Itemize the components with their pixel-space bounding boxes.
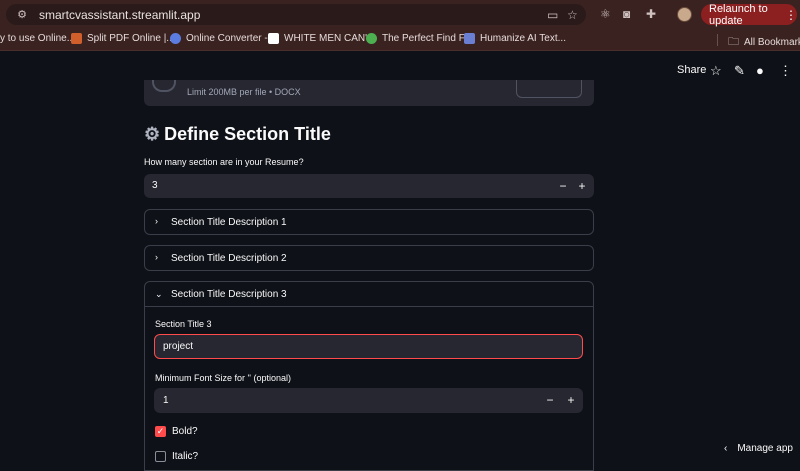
bookmark-label: WHITE MEN CAN'... [284,33,376,44]
expander-title: Section Title Description 1 [171,217,287,228]
bookmark-favicon-icon [464,33,475,44]
bookmark-label: All Bookmarks [744,37,800,48]
bookmark-item[interactable]: Online Converter -... [170,33,276,44]
expander-title: Section Title Description 2 [171,253,287,264]
bookmark-item[interactable]: Split PDF Online |... [71,33,175,44]
bookmark-label: Humanize AI Text... [480,33,566,44]
url-text: smartcvassistant.streamlit.app [39,7,201,22]
expander-section-1[interactable]: › Section Title Description 1 [144,209,594,235]
profile-avatar[interactable] [677,7,692,22]
upload-cloud-icon [152,80,176,92]
bookmark-star-icon[interactable]: ☆ [567,8,578,22]
file-uploader[interactable]: Limit 200MB per file • DOCX [144,80,594,106]
bookmarks-bar: y to use Online... Split PDF Online |...… [0,29,800,51]
browser-toolbar: ⚙ smartcvassistant.streamlit.app ▭ ☆ ⚛ ◙… [0,0,800,29]
bookmark-favicon-icon [71,33,82,44]
bold-checkbox[interactable]: ✓ [155,426,166,437]
chevron-right-icon: › [155,252,158,262]
italic-label: Italic? [172,451,199,462]
font-size-input[interactable]: 1 − + [154,388,583,413]
font-size-label: Minimum Font Size for '' (optional) [155,373,291,383]
section-count-label: How many section are in your Resume? [144,157,304,167]
extension-react-icon[interactable]: ⚛ [600,7,611,21]
decrement-button[interactable]: − [556,179,570,193]
chevron-down-icon: ⌄ [155,289,163,299]
decrement-button[interactable]: − [543,393,557,407]
all-bookmarks-button[interactable]: 🗀 All Bookmarks [728,33,800,52]
bookmark-favicon-icon [268,33,279,44]
github-icon[interactable]: ● [756,63,764,78]
chevron-right-icon: › [155,216,158,226]
increment-button[interactable]: + [575,179,589,193]
page-title-text: Define Section Title [164,124,331,144]
extensions-puzzle-icon[interactable]: ✚ [646,7,656,21]
bookmarks-divider [717,34,718,46]
browse-files-button[interactable] [516,80,582,98]
page-title: ⚙ Define Section Title [144,124,331,145]
manage-app-button[interactable]: ‹ Manage app [724,443,793,454]
bookmark-item[interactable]: The Perfect Find F... [366,33,472,44]
gear-icon: ⚙ [144,124,161,144]
bookmark-item[interactable]: Humanize AI Text... [464,33,566,44]
bookmark-item[interactable]: WHITE MEN CAN'... [268,33,375,44]
expander-title: Section Title Description 3 [171,289,287,300]
bold-checkbox-row[interactable]: ✓ Bold? [155,426,198,437]
edit-pencil-icon[interactable]: ✎ [734,63,745,79]
italic-checkbox-row[interactable]: Italic? [155,451,198,462]
bookmark-item[interactable]: y to use Online... [0,33,75,44]
bookmark-label: Split PDF Online |... [87,33,175,44]
manage-app-label: Manage app [737,443,793,454]
section-count-value[interactable]: 3 [152,180,158,191]
section-title-input[interactable] [154,334,583,359]
section-count-input[interactable]: 3 − + [144,174,594,198]
upload-limit-text: Limit 200MB per file • DOCX [187,87,301,97]
more-menu-icon[interactable]: ⋮ [785,8,797,22]
star-icon[interactable]: ☆ [710,63,722,79]
folder-icon: 🗀 [728,36,739,48]
bookmark-favicon-icon [366,33,377,44]
expander-header[interactable]: ⌄ Section Title Description 3 [145,282,593,307]
bookmark-label: y to use Online... [0,33,76,44]
bold-label: Bold? [172,426,198,437]
relaunch-label: Relaunch to update [709,2,768,27]
expander-section-2[interactable]: › Section Title Description 2 [144,245,594,271]
italic-checkbox[interactable] [155,451,166,462]
main-menu-icon[interactable]: ⋮ [779,63,792,79]
cast-icon[interactable]: ▭ [547,8,558,22]
extension-camera-icon[interactable]: ◙ [623,7,630,21]
font-size-value[interactable]: 1 [163,395,169,406]
bookmark-favicon-icon [170,33,181,44]
site-settings-icon[interactable]: ⚙ [15,8,29,22]
bookmark-label: Online Converter -... [186,33,277,44]
section-title-label: Section Title 3 [155,319,212,329]
chevron-left-icon: ‹ [724,443,728,454]
relaunch-button[interactable]: Relaunch to update ⋮ [701,2,797,27]
address-bar[interactable]: ⚙ smartcvassistant.streamlit.app ▭ ☆ [6,4,586,25]
increment-button[interactable]: + [564,393,578,407]
share-button[interactable]: Share [677,64,706,76]
bookmark-label: The Perfect Find F... [382,33,473,44]
